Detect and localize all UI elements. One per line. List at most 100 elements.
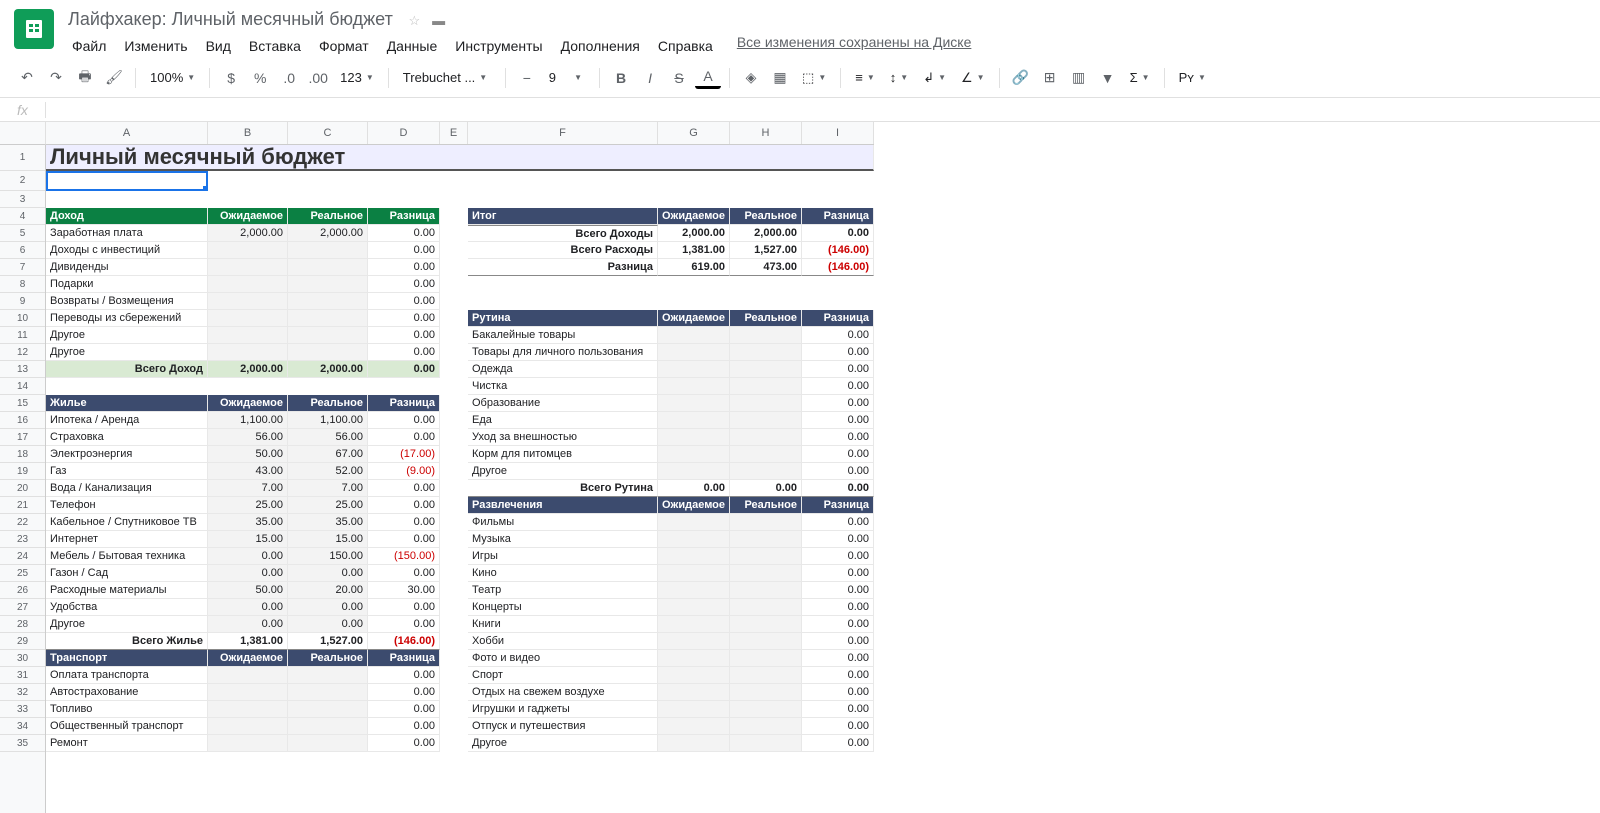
cell[interactable] (46, 171, 208, 191)
cell[interactable]: Отдых на свежем воздухе (468, 684, 658, 701)
cell[interactable]: 0.00 (288, 565, 368, 582)
cell[interactable]: Ипотека / Аренда (46, 412, 208, 429)
print-icon[interactable]: 🖶 (72, 65, 98, 91)
v-align-icon[interactable]: ↕▼ (884, 70, 914, 85)
cell[interactable]: 0.00 (802, 446, 874, 463)
cell[interactable] (730, 599, 802, 616)
cell[interactable]: Всего Жилье (46, 633, 208, 650)
cell[interactable]: 67.00 (288, 446, 368, 463)
cell[interactable] (658, 395, 730, 412)
cell[interactable]: 0.00 (368, 480, 440, 497)
menu-Вставка[interactable]: Вставка (241, 34, 309, 58)
currency-button[interactable]: $ (218, 65, 244, 91)
save-status[interactable]: Все изменения сохранены на Диске (737, 34, 972, 58)
cell[interactable]: 473.00 (730, 259, 802, 276)
cell[interactable]: 0.00 (368, 718, 440, 735)
cell[interactable]: Другое (46, 616, 208, 633)
cell[interactable]: 25.00 (288, 497, 368, 514)
percent-button[interactable]: % (247, 65, 273, 91)
cell[interactable]: 0.00 (368, 667, 440, 684)
cell[interactable]: Ожидаемое (658, 310, 730, 327)
cell[interactable]: Разница (368, 395, 440, 412)
rotate-icon[interactable]: ∠▼ (955, 70, 991, 86)
undo-icon[interactable]: ↶ (14, 65, 40, 91)
cell[interactable]: 0.00 (208, 565, 288, 582)
cell[interactable]: Кино (468, 565, 658, 582)
cell[interactable] (730, 514, 802, 531)
cell[interactable] (658, 684, 730, 701)
cell[interactable]: 30.00 (368, 582, 440, 599)
cell[interactable]: 50.00 (208, 582, 288, 599)
cell[interactable]: 0.00 (802, 582, 874, 599)
select-all-corner[interactable] (0, 122, 46, 145)
cell[interactable]: Газон / Сад (46, 565, 208, 582)
cell[interactable]: Страховка (46, 429, 208, 446)
cell[interactable]: Переводы из сбережений (46, 310, 208, 327)
menu-Справка[interactable]: Справка (650, 34, 721, 58)
cell[interactable]: 0.00 (368, 344, 440, 361)
cell[interactable]: 56.00 (288, 429, 368, 446)
cell[interactable]: Ожидаемое (208, 650, 288, 667)
cell[interactable] (730, 582, 802, 599)
cell[interactable]: Одежда (468, 361, 658, 378)
menu-Формат[interactable]: Формат (311, 34, 377, 58)
cell[interactable]: 0.00 (802, 395, 874, 412)
cell[interactable]: Автострахование (46, 684, 208, 701)
cell[interactable]: (146.00) (368, 633, 440, 650)
filter-icon[interactable]: ▼ (1095, 65, 1121, 91)
cell[interactable]: 0.00 (658, 480, 730, 497)
font-select[interactable]: Trebuchet ...▼ (397, 70, 497, 85)
cell[interactable]: 0.00 (368, 599, 440, 616)
cell[interactable]: Всего Расходы (468, 242, 658, 259)
cell[interactable]: 20.00 (288, 582, 368, 599)
cell[interactable] (208, 276, 288, 293)
star-icon[interactable]: ☆ (408, 13, 420, 29)
cell[interactable]: 2,000.00 (208, 225, 288, 242)
bold-button[interactable]: B (608, 65, 634, 91)
cell[interactable] (658, 718, 730, 735)
cell[interactable]: 0.00 (368, 327, 440, 344)
cell[interactable]: Игрушки и гаджеты (468, 701, 658, 718)
cell[interactable]: 0.00 (802, 650, 874, 667)
cell[interactable]: 0.00 (368, 242, 440, 259)
cell[interactable] (288, 667, 368, 684)
cell[interactable]: 2,000.00 (288, 361, 368, 378)
link-icon[interactable]: 🔗 (1008, 65, 1034, 91)
cell[interactable] (658, 735, 730, 752)
cell[interactable]: 0.00 (802, 565, 874, 582)
cell[interactable] (730, 667, 802, 684)
cell[interactable]: 25.00 (208, 497, 288, 514)
cell[interactable]: 0.00 (802, 429, 874, 446)
cell[interactable]: Ожидаемое (208, 208, 288, 225)
cell[interactable]: 7.00 (208, 480, 288, 497)
cell[interactable]: Ожидаемое (658, 208, 730, 225)
menu-Данные[interactable]: Данные (379, 34, 446, 58)
cell[interactable]: 0.00 (802, 684, 874, 701)
cell[interactable]: Разница (368, 650, 440, 667)
cell[interactable]: 0.00 (802, 531, 874, 548)
cell[interactable] (658, 616, 730, 633)
cell[interactable] (658, 565, 730, 582)
hide-menus-button[interactable]: Pʏ▼ (1173, 70, 1212, 85)
cell[interactable]: 0.00 (802, 514, 874, 531)
menu-Инструменты[interactable]: Инструменты (447, 34, 550, 58)
number-format-select[interactable]: 123▼ (334, 70, 380, 85)
cell[interactable]: (146.00) (802, 259, 874, 276)
menu-Файл[interactable]: Файл (64, 34, 114, 58)
cell[interactable]: 43.00 (208, 463, 288, 480)
cell[interactable]: Телефон (46, 497, 208, 514)
menu-Дополнения[interactable]: Дополнения (553, 34, 648, 58)
cell[interactable] (658, 361, 730, 378)
cell[interactable] (208, 667, 288, 684)
font-size-increase[interactable]: ▼ (565, 65, 591, 91)
cell[interactable]: Электроэнергия (46, 446, 208, 463)
comment-icon[interactable]: ⊞ (1037, 65, 1063, 91)
cell[interactable] (730, 565, 802, 582)
cell[interactable] (658, 378, 730, 395)
cell[interactable]: Спорт (468, 667, 658, 684)
cell[interactable]: Топливо (46, 701, 208, 718)
italic-button[interactable]: I (637, 65, 663, 91)
cell[interactable] (730, 429, 802, 446)
cell[interactable]: Товары для личного пользования (468, 344, 658, 361)
cell[interactable]: Ремонт (46, 735, 208, 752)
